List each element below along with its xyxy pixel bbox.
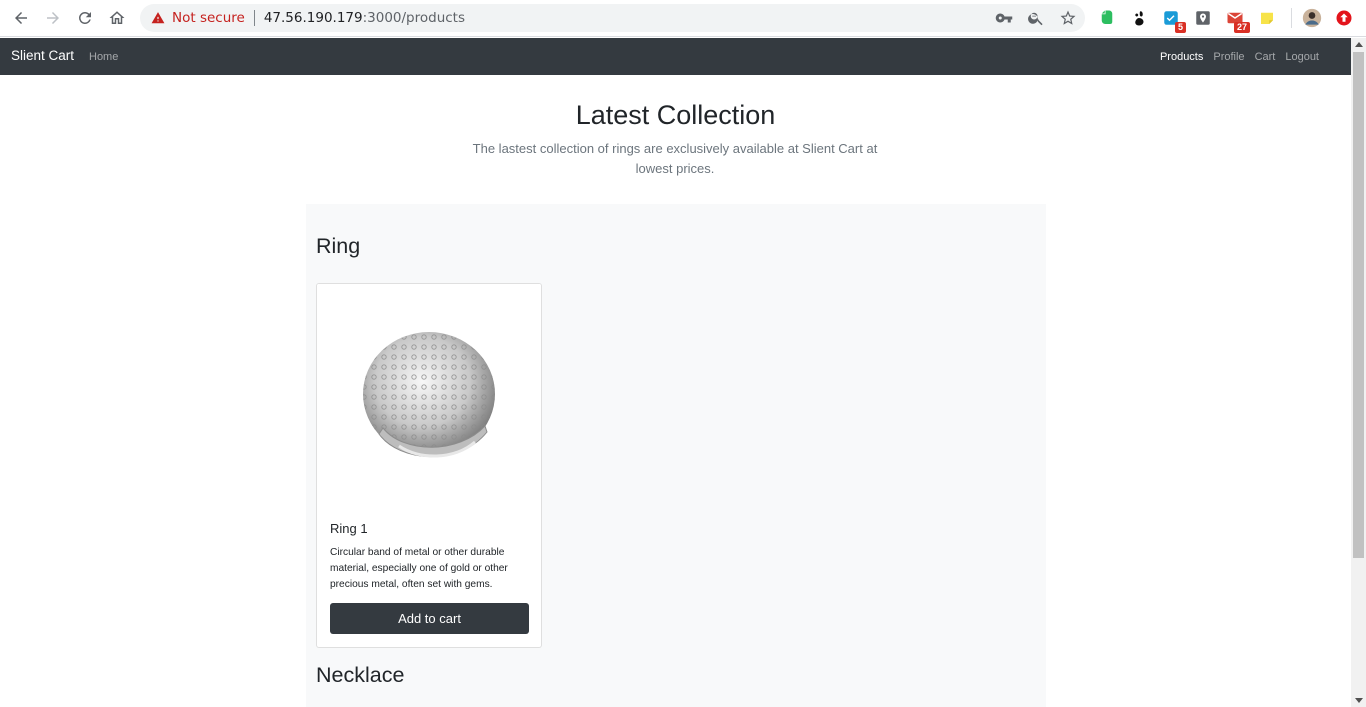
category-title-ring: Ring	[316, 234, 361, 258]
nav-link-cart[interactable]: Cart	[1255, 51, 1276, 63]
profile-button[interactable]	[1300, 6, 1324, 30]
home-icon	[109, 11, 125, 24]
update-extension[interactable]	[1332, 6, 1356, 30]
scroll-down-arrow[interactable]	[1355, 698, 1363, 703]
evernote-extension[interactable]	[1095, 6, 1119, 30]
nav-link-home[interactable]: Home	[89, 51, 118, 63]
nav-link-logout[interactable]: Logout	[1285, 51, 1319, 63]
scroll-thumb[interactable]	[1353, 52, 1364, 558]
security-status[interactable]: Not secure	[172, 10, 245, 26]
product-image[interactable]	[317, 284, 541, 509]
location-icon	[1196, 11, 1210, 25]
scroll-up-arrow[interactable]	[1355, 42, 1363, 47]
ring-image	[363, 331, 495, 457]
mail-extension[interactable]: 27	[1223, 6, 1250, 33]
add-to-cart-button[interactable]: Add to cart	[330, 603, 529, 634]
location-extension[interactable]	[1191, 6, 1215, 30]
page-viewport: Slient Cart Home Products Profile Cart L…	[0, 38, 1351, 707]
mail-badge: 27	[1233, 22, 1250, 33]
checklist-badge: 5	[1174, 22, 1186, 33]
omnibox-divider	[253, 10, 255, 26]
avatar	[1302, 8, 1322, 28]
browser-toolbar: Not secure 47.56.190.179:3000/products 5…	[0, 0, 1366, 37]
star-icon[interactable]	[1059, 9, 1077, 27]
address-bar[interactable]: Not secure 47.56.190.179:3000/products	[140, 4, 1085, 32]
key-icon[interactable]	[995, 9, 1013, 27]
url-path: :3000/products	[362, 10, 466, 26]
home-button[interactable]	[101, 2, 133, 34]
product-card: Ring 1 Circular band of metal or other d…	[316, 283, 542, 648]
arrow-left-icon	[15, 12, 27, 24]
reload-button[interactable]	[69, 2, 101, 34]
product-album: Ring Ring 1 Circular band of metal or ot…	[306, 204, 1046, 707]
reload-icon	[78, 11, 91, 24]
nav-link-products[interactable]: Products	[1160, 51, 1203, 63]
url-host: 47.56.190.179	[263, 10, 363, 26]
category-title-necklace: Necklace	[316, 663, 405, 687]
site-navbar: Slient Cart Home Products Profile Cart L…	[0, 38, 1351, 75]
arrow-right-icon	[47, 12, 59, 24]
zoom-out-icon[interactable]	[1027, 9, 1045, 27]
page-lead: The lastest collection of rings are excl…	[472, 141, 878, 176]
evernote-icon	[1101, 10, 1113, 24]
page-scrollbar[interactable]	[1351, 38, 1366, 707]
page-title: Latest Collection	[575, 100, 776, 130]
back-button[interactable]	[5, 2, 37, 34]
nav-link-profile[interactable]: Profile	[1213, 51, 1244, 63]
url-text[interactable]: 47.56.190.179:3000/products	[264, 10, 465, 26]
sticky-note-extension[interactable]	[1255, 6, 1279, 30]
forward-button[interactable]	[37, 2, 69, 34]
toolbar-divider	[1291, 8, 1292, 28]
product-description: Circular band of metal or other durable …	[330, 547, 508, 590]
arrow-up-icon	[1336, 10, 1352, 26]
foot-icon	[1135, 11, 1144, 26]
checklist-extension[interactable]: 5	[1159, 6, 1186, 33]
sticky-note-icon	[1261, 12, 1273, 24]
warning-icon	[151, 12, 165, 24]
gnome-extension[interactable]	[1127, 6, 1151, 30]
navbar-brand[interactable]: Slient Cart	[11, 48, 74, 63]
product-title: Ring 1	[330, 521, 368, 536]
